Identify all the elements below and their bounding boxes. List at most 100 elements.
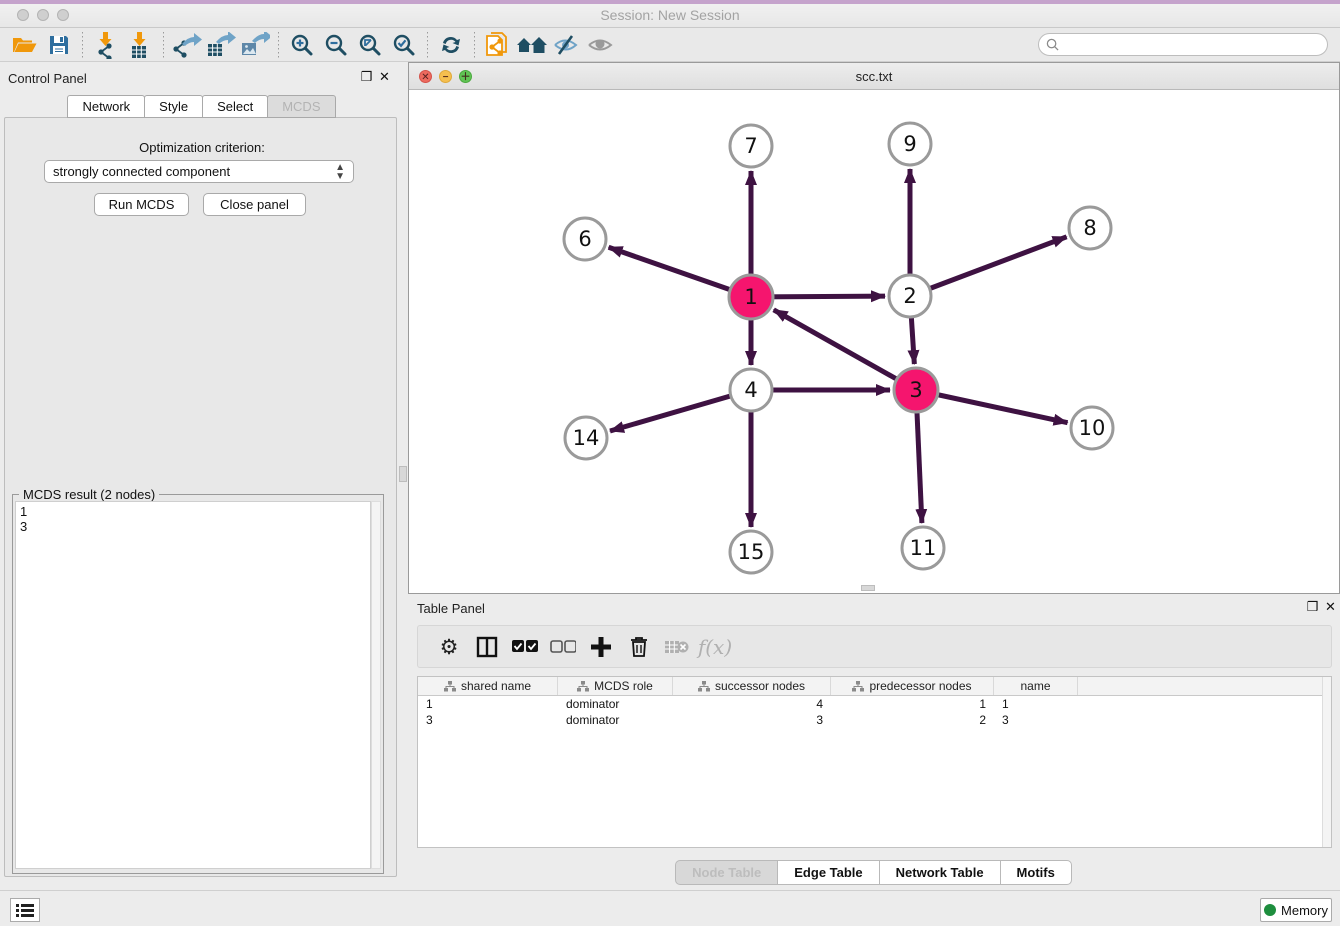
column-label: MCDS role (594, 679, 653, 693)
graph-edge-2-8[interactable] (910, 237, 1067, 296)
memory-status-icon (1264, 904, 1276, 916)
save-icon[interactable] (42, 30, 76, 60)
export-table-icon[interactable] (204, 30, 238, 60)
application-window: Session: New Session Control Panel ❒ ✕ N… (0, 0, 1340, 926)
zoom-out-icon[interactable] (319, 30, 353, 60)
control-panel-close-button[interactable]: ✕ (378, 71, 391, 84)
graph-node-label-10: 10 (1079, 416, 1106, 440)
mcds-result-title: MCDS result (2 nodes) (19, 487, 159, 502)
criterion-select[interactable]: strongly connected component ▲▼ (44, 160, 354, 183)
tab-motifs[interactable]: Motifs (1000, 860, 1072, 885)
mcds-result-scrollbar[interactable] (371, 501, 381, 869)
task-history-button[interactable] (10, 898, 40, 922)
column-header-shared-name[interactable]: shared name (418, 677, 558, 695)
delete-icon[interactable] (620, 629, 658, 665)
deselect-all-icon[interactable] (544, 629, 582, 665)
search-icon (1046, 38, 1059, 51)
search-input[interactable] (1064, 37, 1327, 52)
table-cell[interactable]: 2 (831, 712, 994, 728)
control-panel-float-button[interactable]: ❒ (360, 71, 373, 84)
tab-style[interactable]: Style (144, 95, 203, 118)
column-type-icon (577, 681, 589, 692)
zoom-in-icon[interactable] (285, 30, 319, 60)
graph-node-label-4: 4 (744, 378, 757, 402)
zoom-selected-icon[interactable] (387, 30, 421, 60)
mcds-result-group: MCDS result (2 nodes) 1 3 (12, 494, 384, 874)
table-scrollbar[interactable] (1322, 677, 1331, 847)
mcds-result-text: 1 3 (15, 501, 371, 869)
close-panel-button[interactable]: Close panel (203, 193, 306, 216)
refresh-icon[interactable] (434, 30, 468, 60)
delete-table-icon (658, 629, 696, 665)
import-table-icon[interactable] (123, 30, 157, 60)
table-row[interactable]: 1dominator411 (418, 696, 1331, 712)
toolbar-separator (278, 32, 279, 58)
function-icon: f(x) (696, 629, 734, 665)
table-row[interactable]: 3dominator323 (418, 712, 1331, 728)
memory-button[interactable]: Memory (1260, 898, 1332, 922)
tab-mcds[interactable]: MCDS (267, 95, 335, 118)
table-cell[interactable]: 1 (994, 696, 1078, 712)
table-panel-float-button[interactable]: ❒ (1306, 601, 1319, 614)
column-label: name (1020, 679, 1050, 693)
gear-icon[interactable]: ⚙ (430, 629, 468, 665)
graph-edge-3-1[interactable] (774, 310, 916, 390)
network-view-frame: ✕ − ＋ scc.txt 1234678910111415 (408, 62, 1340, 594)
table-cell[interactable]: dominator (558, 696, 673, 712)
search-box[interactable] (1038, 33, 1328, 56)
table-panel-close-button[interactable]: ✕ (1324, 601, 1337, 614)
graph-node-label-3: 3 (909, 378, 922, 402)
show-graphics-icon[interactable] (583, 30, 617, 60)
window-accent-strip (0, 0, 1340, 4)
graph-node-label-1: 1 (744, 285, 757, 309)
control-panel: Control Panel ❒ ✕ NetworkStyleSelectMCDS… (0, 62, 404, 890)
tab-network-table[interactable]: Network Table (879, 860, 1001, 885)
table-cell[interactable]: 3 (418, 712, 558, 728)
column-header-MCDS-role[interactable]: MCDS role (558, 677, 673, 695)
zoom-fit-icon[interactable] (353, 30, 387, 60)
main-toolbar (0, 28, 1340, 62)
tab-node-table[interactable]: Node Table (675, 860, 778, 885)
column-header-name[interactable]: name (994, 677, 1078, 695)
network-hscroll-handle[interactable] (861, 585, 875, 591)
table-cell[interactable]: dominator (558, 712, 673, 728)
column-type-icon (852, 681, 864, 692)
graph-node-label-7: 7 (744, 134, 757, 158)
optimization-criterion-label: Optimization criterion: (0, 140, 404, 155)
table-cell[interactable]: 4 (673, 696, 831, 712)
export-network-icon[interactable] (170, 30, 204, 60)
run-mcds-button[interactable]: Run MCDS (94, 193, 189, 216)
export-image-icon[interactable] (238, 30, 272, 60)
column-header-successor-nodes[interactable]: successor nodes (673, 677, 831, 695)
add-icon[interactable] (582, 629, 620, 665)
status-bar: Memory (0, 890, 1340, 926)
table-toolbar: ⚙ f(x) (417, 625, 1332, 668)
table-cell[interactable]: 1 (418, 696, 558, 712)
columns-icon[interactable] (468, 629, 506, 665)
new-network-file-icon[interactable] (481, 30, 515, 60)
tab-network[interactable]: Network (67, 95, 145, 118)
toolbar-separator (427, 32, 428, 58)
toolbar-separator (474, 32, 475, 58)
network-frame-titlebar: ✕ − ＋ scc.txt (409, 63, 1339, 90)
select-stepper-icon: ▲▼ (335, 163, 345, 181)
column-label: shared name (461, 679, 531, 693)
import-network-icon[interactable] (89, 30, 123, 60)
select-all-icon[interactable] (506, 629, 544, 665)
tab-edge-table[interactable]: Edge Table (777, 860, 879, 885)
table-header-row: shared name MCDS role successor nodes prede… (418, 677, 1331, 696)
table-cell[interactable]: 1 (831, 696, 994, 712)
column-header-predecessor-nodes[interactable]: predecessor nodes (831, 677, 994, 695)
vertical-splitter-handle[interactable] (399, 466, 407, 482)
open-folder-icon[interactable] (8, 30, 42, 60)
network-canvas[interactable]: 1234678910111415 (409, 90, 1339, 587)
column-label: successor nodes (715, 679, 805, 693)
table-panel-title: Table Panel (417, 601, 485, 616)
criterion-value: strongly connected component (53, 164, 230, 179)
hide-graphics-icon[interactable] (549, 30, 583, 60)
memory-label: Memory (1281, 903, 1328, 918)
table-cell[interactable]: 3 (673, 712, 831, 728)
tab-select[interactable]: Select (202, 95, 268, 118)
table-cell[interactable]: 3 (994, 712, 1078, 728)
home-icon[interactable] (515, 30, 549, 60)
